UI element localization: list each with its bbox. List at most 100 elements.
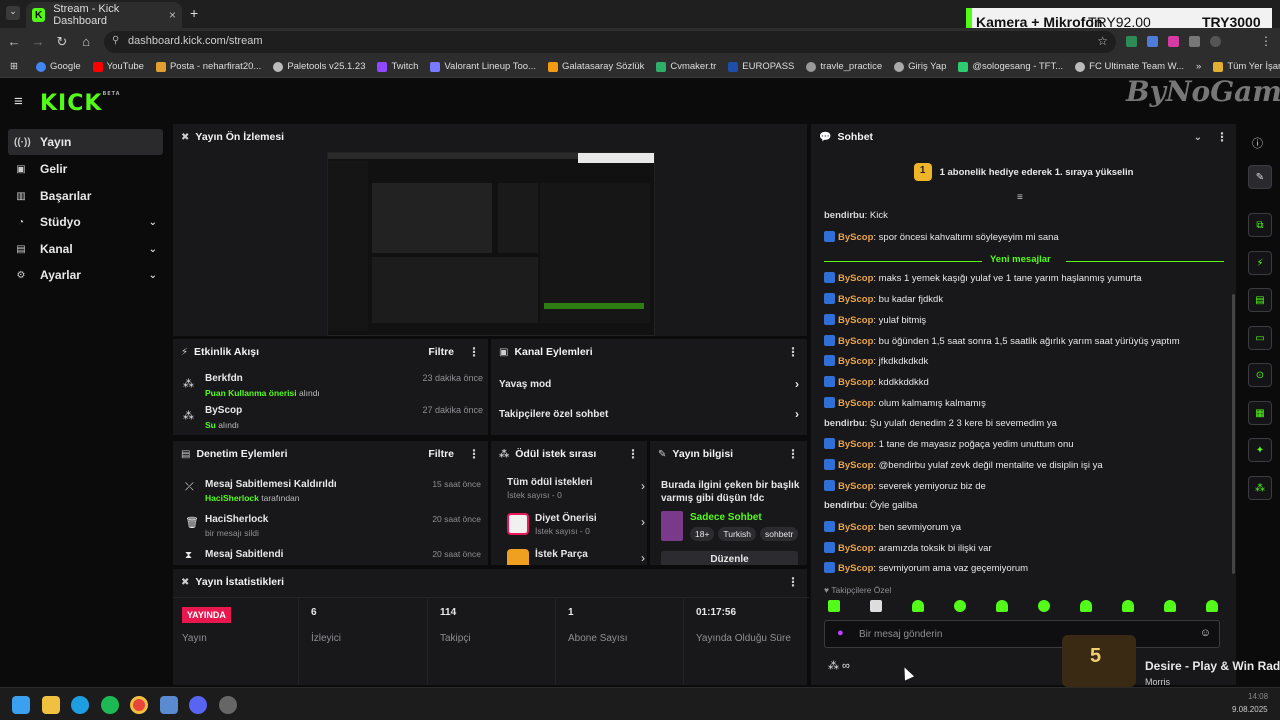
bookmark-item[interactable]: Twitch (377, 61, 418, 72)
sidebar-item-yayin[interactable]: ((·)) Yayın (8, 129, 163, 155)
tag-chip[interactable]: Turkish (718, 527, 756, 541)
chrome-icon[interactable] (130, 696, 148, 714)
bookmark-item[interactable]: EUROPASS (728, 61, 794, 72)
gift-leaderboard-banner[interactable]: 1 1 abonelik hediye ederek 1. sıraya yük… (811, 154, 1236, 190)
category-name[interactable]: Sadece Sohbet (690, 512, 762, 523)
chat-message[interactable]: ByScop: ben sevmiyorum ya (824, 521, 961, 533)
chat-username[interactable]: ByScop (838, 336, 873, 347)
stream-preview-video[interactable] (327, 152, 655, 336)
chat-username[interactable]: ByScop (838, 398, 873, 409)
chat-message[interactable]: ByScop: bu kadar fjdkdk (824, 293, 943, 305)
chat-username[interactable]: ByScop (838, 294, 873, 305)
chat-action-icon[interactable]: ▭ (1248, 326, 1272, 350)
activity-user[interactable]: ByScop (205, 405, 242, 416)
more-options-icon[interactable]: ⋮ (787, 575, 799, 589)
all-bookmarks[interactable]: Tüm Yer İşaretleri (1213, 61, 1280, 72)
moderation-user[interactable]: HaciSherlock (205, 493, 259, 503)
chat-message[interactable]: ByScop: olum kalmamış kalmamış (824, 397, 986, 409)
bookmark-item[interactable]: Giriş Yap (894, 61, 946, 72)
tab-list-button[interactable]: ⌄ (6, 6, 20, 20)
chat-scrollbar[interactable] (1232, 294, 1235, 574)
bookmark-item[interactable]: Paletools v25.1.23 (273, 61, 365, 72)
followers-only-chat-row[interactable]: Takipçilere özel sohbet › (499, 407, 799, 421)
chat-username[interactable]: ByScop (838, 273, 873, 284)
chat-message[interactable]: ByScop: maks 1 yemek kaşığı yulaf ve 1 t… (824, 272, 1142, 284)
clip-icon[interactable]: ⧉ (1248, 213, 1272, 237)
chat-message[interactable]: bendirbu: Şu yulafı denedim 2 3 kere bi … (824, 418, 1057, 429)
apps-grid-icon[interactable]: ⊞ (10, 61, 18, 72)
bookmark-item[interactable]: YouTube (92, 61, 144, 72)
chat-username[interactable]: ByScop (838, 460, 873, 471)
app-icon[interactable] (160, 696, 178, 714)
broadcast-action-icon[interactable]: ⊙ (1248, 363, 1272, 387)
tag-chip[interactable]: 18+ (690, 527, 715, 541)
tag-chip[interactable]: sohbetr (759, 527, 799, 541)
emote-icon[interactable] (996, 600, 1008, 612)
chat-message[interactable]: ByScop: 1 tane de mayasız poğaça yedim u… (824, 438, 1074, 450)
emote-icon[interactable] (1122, 600, 1134, 612)
emote-icon[interactable] (1038, 600, 1050, 612)
wrench-action-icon[interactable]: ✦ (1248, 438, 1272, 462)
forward-icon[interactable]: → (30, 34, 46, 49)
chat-username[interactable]: bendirbu (824, 418, 865, 429)
bookmark-star-icon[interactable]: ☆ (1097, 34, 1108, 48)
reward-row-song[interactable]: İstek Parça › (507, 549, 645, 565)
menu-hamburger-icon[interactable]: ≡ (14, 93, 23, 110)
more-options-icon[interactable]: ⋮ (627, 447, 639, 461)
edit-pencil-icon[interactable]: ✎ (1248, 165, 1272, 189)
close-tab-icon[interactable]: × (169, 8, 176, 22)
bookmark-item[interactable]: @sologesang - TFT... (958, 61, 1063, 72)
chat-message[interactable]: ByScop: yulaf bitmiş (824, 314, 926, 326)
reward-row-diet[interactable]: Diyet Önerisi İstek sayısı - 0 › (507, 513, 645, 536)
lightning-action-icon[interactable]: ⚡ (1248, 251, 1272, 275)
emote-icon[interactable] (870, 600, 882, 612)
file-explorer-icon[interactable] (42, 696, 60, 714)
chat-username[interactable]: ByScop (838, 439, 873, 450)
discord-icon[interactable] (189, 696, 207, 714)
info-icon[interactable]: ⓘ (1252, 135, 1263, 151)
bookmarks-overflow-icon[interactable]: » (1196, 61, 1201, 72)
more-options-icon[interactable]: ⋮ (1216, 130, 1228, 144)
browser-tab-active[interactable]: K Stream - Kick Dashboard × (26, 2, 182, 28)
emote-icon[interactable] (1080, 600, 1092, 612)
filter-button[interactable]: Filtre (428, 346, 454, 358)
sidebar-item-studyo[interactable]: ◔ Stüdyo ⌄ (8, 209, 163, 235)
sidebar-item-basarilar[interactable]: ▥ Başarılar (8, 183, 163, 209)
edit-button[interactable]: Düzenle (661, 551, 798, 565)
chat-message[interactable]: ByScop: jfkdkdkdkdk (824, 355, 928, 367)
layout-icon[interactable]: ▦ (1248, 401, 1272, 425)
chat-username[interactable]: ByScop (838, 563, 873, 574)
chat-message[interactable]: ByScop: severek yemiyoruz biz de (824, 480, 986, 492)
kick-points-icon[interactable]: ⁂ ∞ (828, 659, 850, 672)
site-info-icon[interactable]: ⚲ (112, 35, 119, 46)
chat-message[interactable]: ByScop: kddkkddkkd (824, 376, 929, 388)
expand-banner-icon[interactable]: ≡ (1017, 192, 1023, 203)
chat-username[interactable]: bendirbu (824, 500, 865, 511)
bookmark-item[interactable]: Valorant Lineup Too... (430, 61, 536, 72)
emote-icon[interactable] (954, 600, 966, 612)
sidebar-item-gelir[interactable]: ▣ Gelir (8, 156, 163, 182)
url-bar[interactable]: ⚲ dashboard.kick.com/stream ☆ (104, 31, 1116, 53)
chat-username[interactable]: ByScop (838, 543, 873, 554)
emote-icon[interactable] (1164, 600, 1176, 612)
emote-icon[interactable] (1206, 600, 1218, 612)
activity-user[interactable]: Berkfdn (205, 373, 243, 384)
collapse-icon[interactable]: ⌄ (1194, 132, 1202, 143)
category-thumbnail[interactable] (661, 511, 683, 541)
bookmark-item[interactable]: Galatasaray Sözlük (547, 61, 644, 72)
extension-icons[interactable] (1126, 36, 1246, 48)
slow-mode-row[interactable]: Yavaş mod › (499, 377, 799, 391)
bookmark-item[interactable]: Posta - neharfirat20... (155, 61, 261, 72)
chat-message[interactable]: ByScop: spor öncesi kahvaltımı söyleyeyi… (824, 231, 1059, 243)
windows-start-icon[interactable] (12, 696, 30, 714)
chat-username[interactable]: ByScop (838, 522, 873, 533)
filter-button[interactable]: Filtre (428, 448, 454, 460)
chat-message[interactable]: bendirbu: Öyle galiba (824, 500, 917, 511)
chat-username[interactable]: ByScop (838, 232, 873, 243)
more-options-icon[interactable]: ⋮ (787, 345, 799, 359)
reward-row-all[interactable]: Tüm ödül istekleri İstek sayısı - 0 › (507, 477, 645, 500)
spotify-icon[interactable] (101, 696, 119, 714)
chat-username[interactable]: bendirbu (824, 210, 865, 221)
chat-message[interactable]: ByScop: bu öğünden 1,5 saat sonra 1,5 sa… (824, 335, 1180, 347)
browser-menu-icon[interactable]: ⋮ (1260, 34, 1272, 48)
